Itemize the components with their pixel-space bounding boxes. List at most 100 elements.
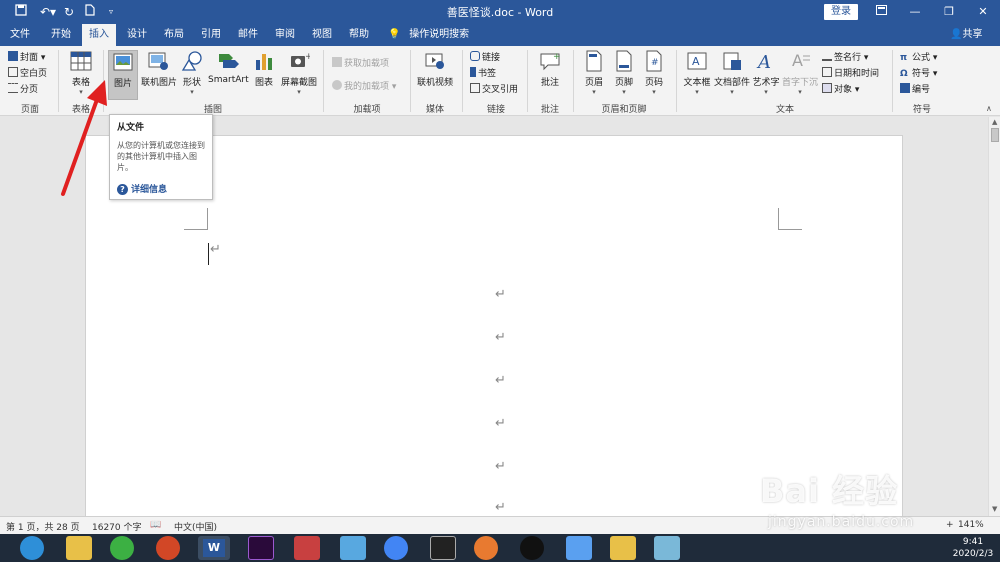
file-explorer-icon[interactable] [66,536,92,560]
camera-icon: + [291,52,310,67]
bookmark-button[interactable]: 书签 [470,66,496,82]
quick-parts-button[interactable]: 文档部件 ▾ [714,50,750,98]
blank-page-icon [8,67,18,77]
smartart-icon [219,54,239,68]
login-button[interactable]: 登录 [824,4,858,20]
collapse-ribbon-icon[interactable]: ∧ [986,104,992,113]
cover-page-label: 封面 [20,53,39,63]
word-count[interactable]: 16270 个字 [92,520,142,533]
signature-line-button[interactable]: 签名行 ▾ [822,50,868,66]
notes-icon[interactable] [610,536,636,560]
video-editor-icon[interactable] [430,536,456,560]
paragraph-mark: ↵ [495,373,506,388]
scrollbar-thumb[interactable] [991,128,999,142]
page-number-button[interactable]: # 页码 ▾ [640,50,668,98]
comment-button[interactable]: + 批注 [532,50,568,98]
tab-insert[interactable]: 插入 [82,24,116,46]
page-break-button[interactable]: 分页 [8,82,38,98]
clock[interactable]: 9:41 2020/2/3 [948,536,998,560]
share-button[interactable]: 👤共享 [950,24,982,46]
svg-text:A: A [756,52,771,72]
tab-file[interactable]: 文件 [4,24,36,46]
restore-icon[interactable]: ❐ [938,3,960,21]
scroll-down-icon[interactable]: ▼ [992,505,997,513]
help-icon: ? [117,184,128,195]
signature-label: 签名行 [834,53,862,63]
tab-design[interactable]: 设计 [120,24,154,46]
zoom-level[interactable]: 141% [958,520,984,530]
tell-me-search[interactable]: 💡 操作说明搜索 [388,24,469,46]
blank-page-button[interactable]: 空白页 [8,66,47,82]
drop-cap-button[interactable]: A 首字下沉 ▾ [782,50,818,98]
online-picture-label: 联机图片 [141,78,178,88]
screenshot-button[interactable]: + 屏幕截图 ▾ [280,50,318,98]
vertical-scrollbar[interactable]: ▲ ▼ [988,117,1000,516]
link-icon [470,51,480,61]
app-icon[interactable] [294,536,320,560]
textbox-button[interactable]: A 文本框 ▾ [682,50,712,98]
chrome-icon[interactable] [384,536,408,560]
smartart-button[interactable]: SmartArt [208,50,249,98]
tab-review[interactable]: 审阅 [268,24,302,46]
paragraph-mark: ↵ [495,459,506,474]
ribbon-display-options-icon[interactable] [870,3,892,21]
text-cursor [208,243,209,265]
signature-icon [822,51,832,61]
cover-page-button[interactable]: 封面 ▾ [8,50,45,66]
get-addins-button[interactable]: 获取加载项 [332,56,389,72]
header-label: 页眉 [584,78,603,88]
online-picture-button[interactable]: 联机图片 [141,50,178,98]
powerpoint-icon[interactable] [156,536,180,560]
word-taskbar-button[interactable]: W [198,536,230,560]
scroll-up-icon[interactable]: ▲ [992,118,997,126]
app-icon[interactable] [340,536,366,560]
tab-view[interactable]: 视图 [305,24,339,46]
tab-home[interactable]: 开始 [44,24,78,46]
language-indicator[interactable]: 中文(中国) [174,520,217,533]
object-button[interactable]: 对象 ▾ [822,82,859,98]
screenshot-label: 屏幕截图 [280,78,317,88]
app-icon[interactable] [654,536,680,560]
get-addins-label: 获取加载项 [344,59,390,69]
chart-button[interactable]: 图表 [251,50,277,98]
tab-mailings[interactable]: 邮件 [231,24,265,46]
pi-icon: π [900,53,908,63]
premiere-icon[interactable] [248,536,274,560]
date-time-button[interactable]: 日期和时间 [822,66,879,82]
red-arrow-annotation [61,80,107,196]
minimize-icon[interactable]: — [904,3,926,21]
number-icon [900,83,910,93]
svg-text:+: + [305,52,310,62]
header-button[interactable]: 页眉 ▾ [580,50,608,98]
my-addins-button[interactable]: 我的加载项 ▾ [332,79,396,95]
symbol-button[interactable]: Ω 符号 ▾ [900,66,937,82]
group-label-links: 链接 [486,105,505,115]
watermark-url: jingyan.baidu.com [768,514,915,530]
tab-help[interactable]: 帮助 [342,24,376,46]
tab-layout[interactable]: 布局 [157,24,191,46]
close-icon[interactable]: ✕ [972,3,994,21]
watermark-brand: Bai 经验 [760,472,899,510]
equation-label: 公式 [912,53,931,63]
wechat-icon[interactable] [110,536,134,560]
tab-references[interactable]: 引用 [194,24,228,46]
wordart-button[interactable]: A 艺术字 ▾ [752,50,780,98]
browser-app-icon[interactable] [20,536,44,560]
page-count[interactable]: 第 1 页，共 28 页 [6,520,80,533]
tooltip-more-link[interactable]: ? 详细信息 [117,182,167,195]
app-icon[interactable] [566,536,592,560]
online-video-button[interactable]: 联机视频 [414,50,456,98]
shapes-button[interactable]: 形状 ▾ [178,50,206,98]
equation-button[interactable]: π 公式 ▾ [900,50,937,66]
cross-reference-button[interactable]: 交叉引用 [470,82,518,98]
link-button[interactable]: 链接 [470,50,500,66]
app-icon[interactable] [474,536,498,560]
footer-button[interactable]: 页脚 ▾ [610,50,638,98]
ribbon-tabs: 文件 开始 插入 设计 布局 引用 邮件 审阅 视图 帮助 💡 操作说明搜索 👤… [0,24,1000,46]
qq-icon[interactable] [520,536,544,560]
proofing-icon[interactable]: 📖 [150,520,161,530]
number-button[interactable]: 编号 [900,82,930,98]
chevron-down-icon: ▾ [652,88,656,96]
store-icon [332,57,342,67]
blank-page-label: 空白页 [20,69,48,79]
